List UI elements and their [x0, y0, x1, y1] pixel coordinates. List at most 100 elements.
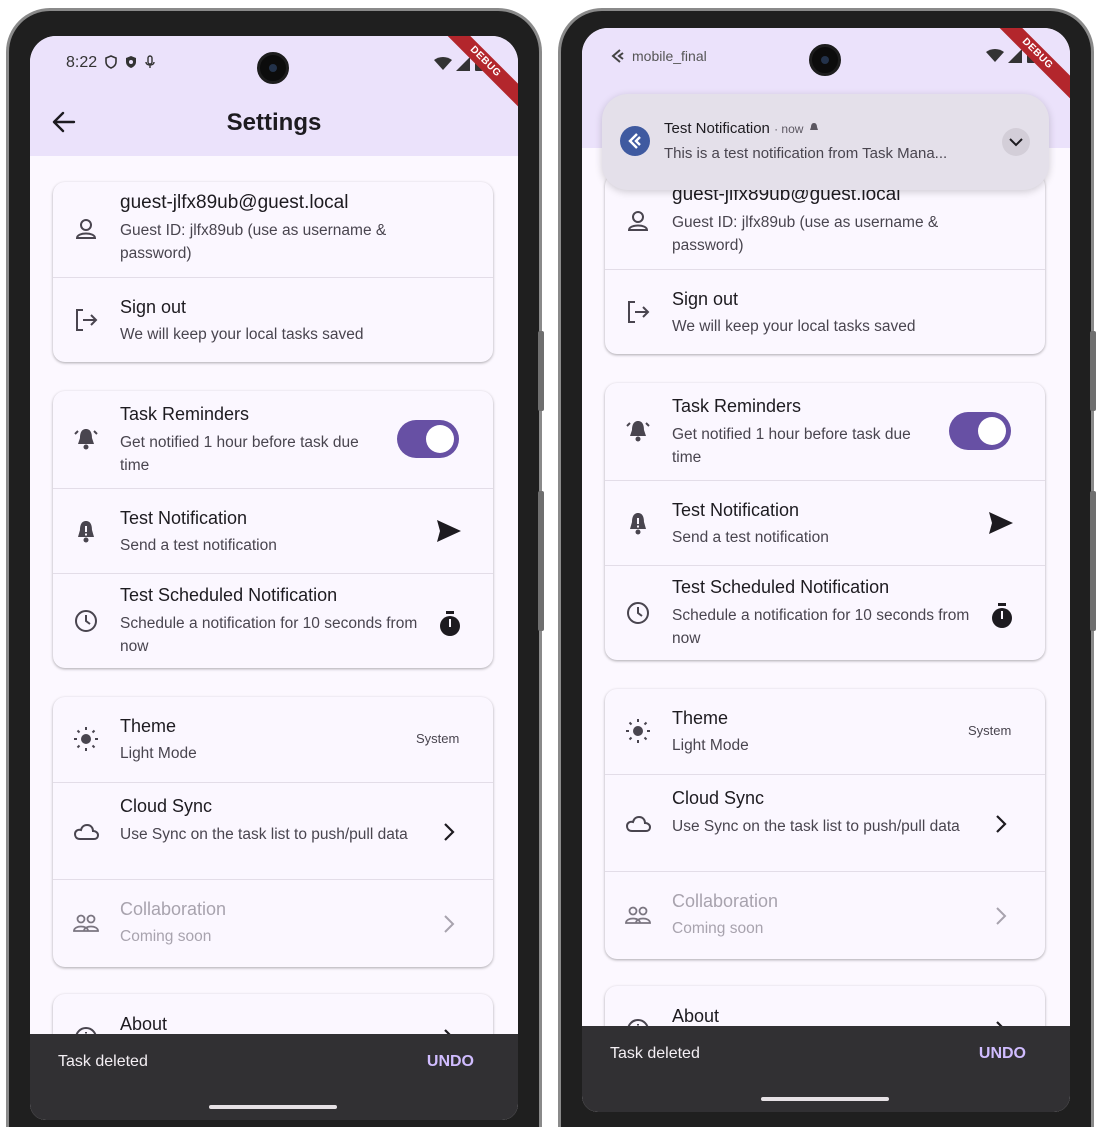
cloud-sync-tile[interactable]: Cloud Sync Use Sync on the task list to …	[53, 782, 493, 879]
account-tile[interactable]: guest-jlfx89ub@guest.local Guest ID: jlf…	[53, 182, 493, 277]
scheduled-notification-tile[interactable]: Test Scheduled Notification Schedule a n…	[53, 573, 493, 668]
cloud-sync-tile[interactable]: Cloud Sync Use Sync on the task list to …	[605, 774, 1045, 871]
about-title: About	[672, 1006, 720, 1026]
scheduled-subtitle: Schedule a notification for 10 seconds f…	[120, 615, 418, 655]
signal-icon	[456, 57, 470, 71]
about-title: About	[120, 1014, 168, 1034]
chevron-right-icon[interactable]	[442, 822, 456, 842]
cloud-icon	[625, 815, 651, 832]
notification-app-label: mobile_final	[632, 48, 707, 64]
guest-id: Guest ID: jlfx89ub (use as username & pa…	[672, 214, 939, 254]
home-indicator[interactable]	[209, 1105, 337, 1109]
account-card: guest-jlfx89ub@guest.local Guest ID: jlf…	[605, 174, 1045, 354]
switch-knob	[978, 417, 1006, 445]
task-reminders-tile[interactable]: Task Reminders Get notified 1 hour befor…	[53, 391, 493, 488]
snackbar-message: Task deleted	[610, 1045, 700, 1062]
screen-right: mobile_final DEBUG guest-jlfx89ub@guest.…	[582, 28, 1070, 1112]
timer-icon[interactable]	[990, 602, 1014, 630]
scheduled-title: Test Scheduled Notification	[120, 585, 338, 605]
expand-notification-button[interactable]	[1002, 128, 1030, 156]
theme-title: Theme	[672, 708, 729, 728]
group-icon	[73, 914, 99, 932]
theme-title: Theme	[120, 716, 177, 736]
collaboration-subtitle: Coming soon	[120, 928, 212, 945]
theme-value[interactable]: System	[416, 731, 459, 746]
account-card: guest-jlfx89ub@guest.local Guest ID: jlf…	[53, 182, 493, 362]
chevron-right-icon	[444, 915, 455, 933]
sign-out-tile[interactable]: Sign out We will keep your local tasks s…	[605, 269, 1045, 354]
chevron-right-icon[interactable]	[994, 814, 1008, 834]
theme-value[interactable]: System	[968, 723, 1011, 738]
chevron-right-icon	[996, 907, 1007, 925]
notifications-card: Task Reminders Get notified 1 hour befor…	[605, 383, 1045, 660]
notification-bell-icon	[78, 521, 94, 543]
notification-title-text: Test Notification	[664, 120, 770, 137]
status-bar: 8:22 DEBUG	[30, 36, 518, 114]
preferences-card: Theme Light Mode System Cloud Sync Use S…	[53, 697, 493, 967]
reminders-switch[interactable]	[949, 412, 1011, 450]
snackbar-message: Task deleted	[58, 1053, 148, 1070]
test-notification-tile[interactable]: Test Notification Send a test notificati…	[605, 480, 1045, 565]
task-reminders-tile[interactable]: Task Reminders Get notified 1 hour befor…	[605, 383, 1045, 480]
page-title: Settings	[226, 109, 322, 136]
notifications-card: Task Reminders Get notified 1 hour befor…	[53, 391, 493, 668]
test-notification-title: Test Notification	[672, 500, 800, 520]
flutter-logo-icon	[628, 133, 641, 149]
app-notification-icon	[620, 126, 650, 156]
shield-icon	[105, 55, 117, 69]
undo-button[interactable]: UNDO	[979, 1045, 1026, 1063]
theme-tile[interactable]: Theme Light Mode System	[605, 689, 1045, 774]
sun-icon	[74, 727, 98, 751]
status-bar: mobile_final DEBUG	[582, 28, 1070, 106]
status-icons	[104, 55, 156, 69]
front-camera	[257, 52, 289, 84]
reminders-title: Task Reminders	[120, 404, 250, 424]
volume-button	[538, 331, 544, 411]
cloud-sync-subtitle: Use Sync on the task list to push/pull d…	[672, 818, 960, 835]
group-icon	[625, 906, 651, 924]
signal-icon	[1008, 49, 1022, 63]
wifi-icon	[986, 49, 1004, 62]
theme-subtitle: Light Mode	[672, 737, 749, 754]
cloud-icon	[73, 823, 99, 840]
screen-left: 8:22 DEBUG Settings guest-jlfx89ub@guest…	[30, 36, 518, 1120]
collaboration-title: Collaboration	[120, 899, 227, 919]
test-notification-tile[interactable]: Test Notification Send a test notificati…	[53, 488, 493, 573]
send-icon[interactable]	[987, 510, 1015, 536]
timer-icon[interactable]	[438, 610, 462, 638]
theme-subtitle: Light Mode	[120, 745, 197, 762]
switch-knob	[426, 425, 454, 453]
collaboration-title: Collaboration	[672, 891, 779, 911]
sign-out-subtitle: We will keep your local tasks saved	[120, 326, 364, 343]
clock-icon	[627, 602, 649, 624]
send-icon[interactable]	[435, 518, 463, 544]
collaboration-tile: Collaboration Coming soon	[605, 871, 1045, 959]
heads-up-notification[interactable]: Test Notification · now This is a test n…	[602, 94, 1049, 190]
mic-icon	[145, 55, 155, 68]
security-icon	[126, 56, 136, 68]
sign-out-tile[interactable]: Sign out We will keep your local tasks s…	[53, 277, 493, 362]
clock-icon	[75, 610, 97, 632]
collaboration-subtitle: Coming soon	[672, 920, 764, 937]
logout-icon	[628, 301, 650, 323]
alarm-bell-icon	[74, 429, 98, 450]
cloud-sync-subtitle: Use Sync on the task list to push/pull d…	[120, 826, 408, 843]
test-notification-title: Test Notification	[120, 508, 248, 528]
reminders-title: Task Reminders	[672, 396, 802, 416]
scheduled-notification-tile[interactable]: Test Scheduled Notification Schedule a n…	[605, 565, 1045, 660]
logout-icon	[76, 309, 98, 331]
power-button	[538, 491, 544, 631]
test-notification-subtitle: Send a test notification	[672, 529, 829, 546]
undo-button[interactable]: UNDO	[427, 1053, 474, 1071]
scheduled-title: Test Scheduled Notification	[672, 577, 890, 597]
reminders-switch[interactable]	[397, 420, 459, 458]
app-logo-icon	[611, 49, 624, 63]
guest-id: Guest ID: jlfx89ub (use as username & pa…	[120, 222, 387, 262]
chevron-down-icon	[1009, 138, 1023, 147]
person-icon	[75, 219, 97, 239]
home-indicator[interactable]	[761, 1097, 889, 1101]
theme-tile[interactable]: Theme Light Mode System	[53, 697, 493, 782]
sign-out-title: Sign out	[120, 297, 187, 317]
collaboration-tile: Collaboration Coming soon	[53, 879, 493, 967]
reminders-subtitle: Get notified 1 hour before task due time	[120, 434, 359, 474]
